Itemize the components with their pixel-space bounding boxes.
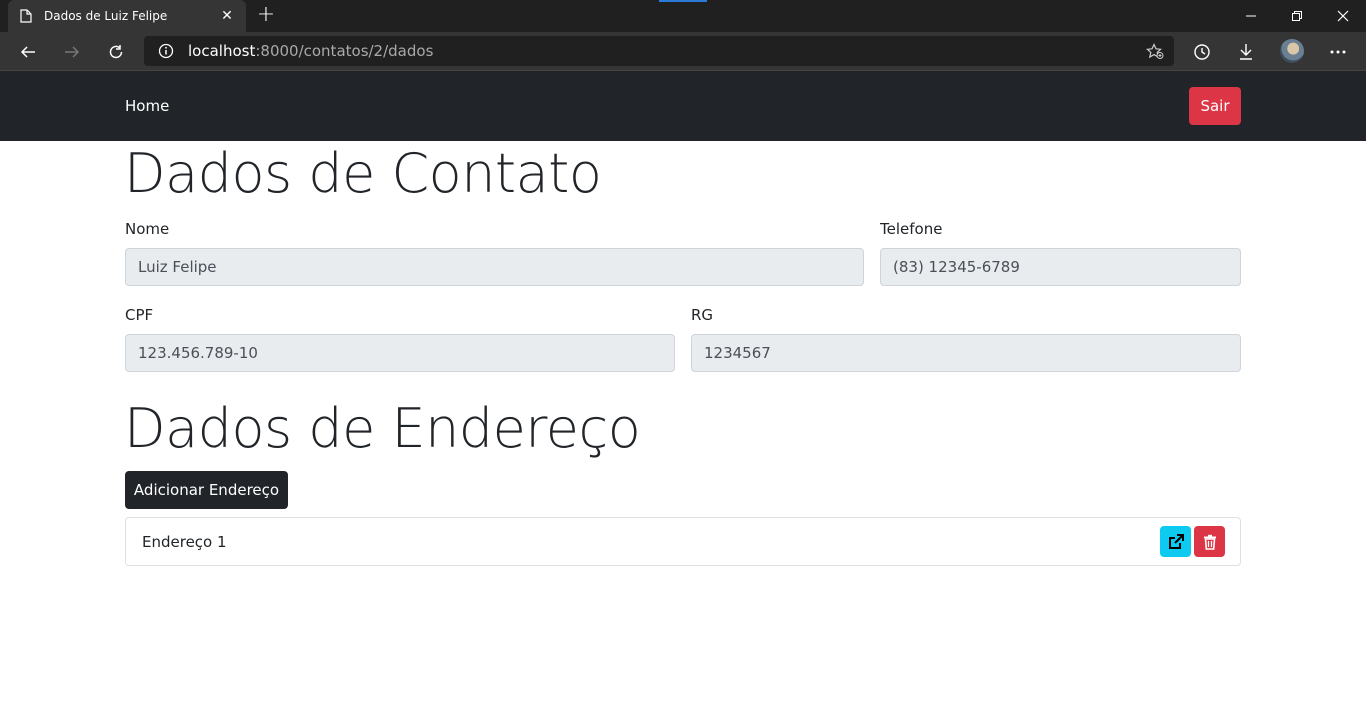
more-menu-icon[interactable] <box>1322 36 1354 68</box>
nome-field[interactable]: Luiz Felipe <box>125 248 864 286</box>
cpf-label: CPF <box>125 306 154 324</box>
new-tab-icon[interactable]: + <box>254 4 278 28</box>
telefone-field[interactable]: (83) 12345-6789 <box>880 248 1241 286</box>
page-icon <box>18 8 34 24</box>
add-address-button[interactable]: Adicionar Endereço <box>125 471 288 509</box>
browser-tab-strip: Dados de Luiz Felipe ✕ + <box>0 0 1366 32</box>
trash-icon <box>1203 534 1217 550</box>
close-window-icon[interactable] <box>1320 0 1366 32</box>
url-host: localhost <box>188 42 256 60</box>
address-heading: Dados de Endereço <box>124 397 641 460</box>
loading-indicator <box>659 0 707 2</box>
home-link[interactable]: Home <box>125 97 169 115</box>
restore-icon[interactable] <box>1274 0 1320 32</box>
url-field[interactable]: localhost :8000/contatos/2/dados <box>144 36 1174 66</box>
address-bar: localhost :8000/contatos/2/dados <box>0 32 1366 71</box>
cpf-field[interactable]: 123.456.789-10 <box>125 334 675 372</box>
close-tab-icon[interactable]: ✕ <box>218 8 236 24</box>
profile-avatar[interactable] <box>1280 39 1304 63</box>
logout-button[interactable]: Sair <box>1189 87 1241 125</box>
contact-heading: Dados de Contato <box>124 142 602 205</box>
minimize-icon[interactable] <box>1228 0 1274 32</box>
list-item[interactable]: Endereço 1 <box>125 517 1241 566</box>
delete-address-button[interactable] <box>1194 526 1225 557</box>
browser-tab[interactable]: Dados de Luiz Felipe ✕ <box>8 0 246 32</box>
site-info-icon[interactable] <box>158 43 174 59</box>
external-link-icon <box>1168 533 1184 550</box>
favorite-star-icon[interactable] <box>1146 43 1164 60</box>
site-navbar: Home Sair <box>0 71 1366 141</box>
url-path: :8000/contatos/2/dados <box>255 42 434 60</box>
edit-address-button[interactable] <box>1160 526 1191 557</box>
forward-icon[interactable] <box>56 36 88 68</box>
download-icon[interactable] <box>1230 36 1262 68</box>
telefone-label: Telefone <box>880 220 943 238</box>
back-icon[interactable] <box>12 36 44 68</box>
rg-label: RG <box>691 306 714 324</box>
history-icon[interactable] <box>1186 36 1218 68</box>
rg-field[interactable]: 1234567 <box>691 334 1241 372</box>
nome-label: Nome <box>125 220 170 238</box>
refresh-icon[interactable] <box>100 36 132 68</box>
tab-title: Dados de Luiz Felipe <box>44 9 168 23</box>
address-item-label: Endereço 1 <box>142 533 227 551</box>
